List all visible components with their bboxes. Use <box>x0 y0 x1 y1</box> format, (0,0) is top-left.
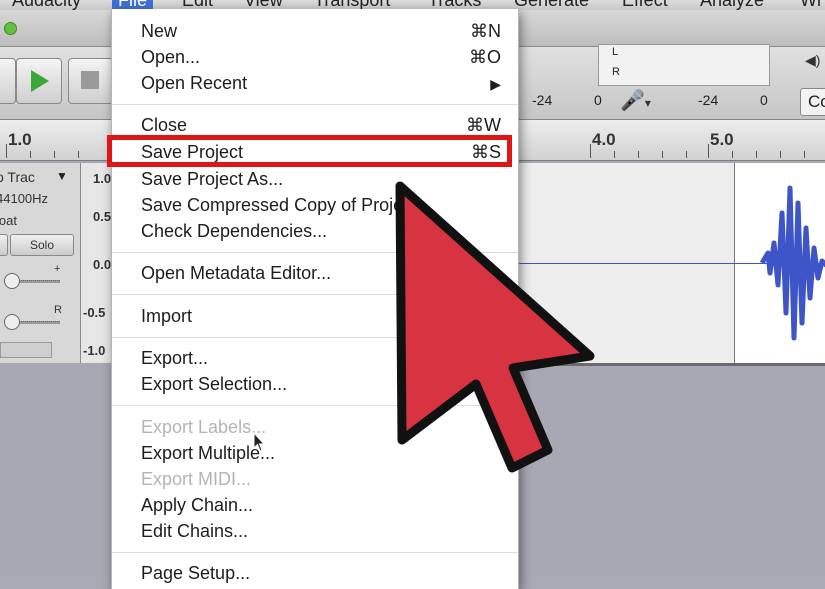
ruler-tick <box>686 151 687 158</box>
mute-button[interactable] <box>0 234 8 256</box>
menu-item-apply-chain[interactable]: Apply Chain... <box>112 494 518 518</box>
menu-item-label: Export MIDI... <box>141 469 252 489</box>
waveform-burst <box>759 185 825 341</box>
menu-item-label: Import <box>141 306 193 326</box>
menu-item-label: Open... <box>141 47 201 67</box>
menu-item-label: Export... <box>141 348 209 368</box>
menu-item-label: Apply Chain... <box>141 495 254 515</box>
submenu-arrow-icon: ▶ <box>490 76 501 92</box>
meter-tick: 0 <box>760 92 768 108</box>
track-sample-format: loat <box>0 213 17 228</box>
meter-tick: -24 <box>698 92 719 108</box>
speaker-icon: ◀) <box>805 52 821 68</box>
menu-separator <box>112 104 518 105</box>
stop-button[interactable] <box>68 58 114 104</box>
ruler-label: 5.0 <box>710 130 734 149</box>
menu-separator <box>112 552 518 553</box>
ruler-tick <box>54 151 55 158</box>
menu-item-label: Open Metadata Editor... <box>141 263 332 283</box>
device-select-label: Co <box>808 92 825 111</box>
menu-item-shortcut: ⌘W <box>466 115 501 135</box>
scale-label: -1.0 <box>83 343 106 358</box>
ruler-label: 4.0 <box>592 130 616 149</box>
track-sample-rate: 44100Hz <box>0 191 49 206</box>
ruler-tick <box>804 151 805 158</box>
menu-item-open[interactable]: Open... ⌘O <box>112 46 518 70</box>
menu-analyze[interactable]: Analyze <box>700 0 764 10</box>
track-name[interactable]: o Trac <box>0 169 35 185</box>
menu-item-shortcut: ⌘N <box>470 21 501 41</box>
ruler-tick <box>756 151 757 158</box>
ruler-tick <box>6 144 7 158</box>
menu-effect[interactable]: Effect <box>622 0 668 10</box>
scale-label: 1.0 <box>93 171 112 186</box>
track-control-panel: o Trac ▼ 44100Hz loat <box>0 163 81 363</box>
meter-channel-left: L <box>612 46 619 58</box>
ruler-tick <box>662 151 663 158</box>
menu-item-label: Close <box>141 115 188 135</box>
annotation-arrow-icon <box>395 181 595 473</box>
ruler-tick <box>708 144 709 158</box>
track-collapse-button[interactable] <box>0 342 52 358</box>
menu-item-open-recent[interactable]: Open Recent ▶ <box>112 72 518 96</box>
ruler-tick <box>614 151 615 158</box>
meter-tick: 0 <box>594 92 602 108</box>
play-button[interactable] <box>16 58 62 104</box>
menu-audacity[interactable]: Audacity <box>12 0 81 10</box>
gain-plus-label: + <box>54 263 61 275</box>
gain-slider[interactable] <box>4 273 20 289</box>
menu-item-label: Save Project As... <box>141 169 284 189</box>
menu-item-label: Open Recent <box>141 73 248 93</box>
play-icon <box>31 70 49 92</box>
scale-label: 0.5 <box>93 209 112 224</box>
amplitude-scale: 1.0 0.5 0.0 -0.5 -1.0 <box>81 163 112 363</box>
menu-item-edit-chains[interactable]: Edit Chains... <box>112 520 518 544</box>
pause-button[interactable] <box>0 58 16 104</box>
ruler-tick <box>780 151 781 158</box>
zoom-window-icon[interactable] <box>4 22 17 35</box>
track-menu-chevron-icon[interactable]: ▼ <box>56 169 68 183</box>
ruler-tick <box>732 151 733 158</box>
meter-tick: -24 <box>532 92 553 108</box>
menu-generate[interactable]: Generate <box>514 0 589 10</box>
menu-item-label: Export Selection... <box>141 374 288 394</box>
menu-item-label: Save Compressed Copy of Project... <box>141 195 433 215</box>
menu-item-shortcut: ⌘O <box>468 47 501 67</box>
meter-channel-right: R <box>612 66 620 78</box>
menu-item-label: Page Setup... <box>141 563 251 583</box>
menu-item-new[interactable]: New ⌘N <box>112 20 518 44</box>
menu-item-label: Edit Chains... <box>141 521 249 541</box>
solo-button[interactable]: Solo <box>10 234 74 256</box>
scale-label: -0.5 <box>83 305 106 320</box>
ruler-tick <box>590 144 591 158</box>
pan-slider[interactable] <box>4 314 20 330</box>
solo-label: Solo <box>29 238 55 252</box>
mouse-pointer-icon <box>253 432 266 452</box>
stop-icon <box>81 71 99 89</box>
ruler-tick <box>78 151 79 158</box>
pan-right-label: R <box>54 304 62 316</box>
save-project-highlight <box>107 135 512 167</box>
scale-label: 0.0 <box>93 257 112 272</box>
menu-window[interactable]: Wi <box>800 0 821 10</box>
menu-item-label: New <box>141 21 178 41</box>
menu-item-label: Check Dependencies... <box>141 221 328 241</box>
device-select[interactable]: Co <box>800 88 825 116</box>
ruler-tick <box>30 151 31 158</box>
ruler-label: 1.0 <box>8 130 32 149</box>
microphone-icon[interactable]: 🎤▾ <box>620 88 651 113</box>
menu-item-page-setup[interactable]: Page Setup... <box>112 562 518 586</box>
ruler-tick <box>638 151 639 158</box>
output-level-meter[interactable] <box>598 44 770 86</box>
menu-item-label: Export Labels... <box>141 417 267 437</box>
